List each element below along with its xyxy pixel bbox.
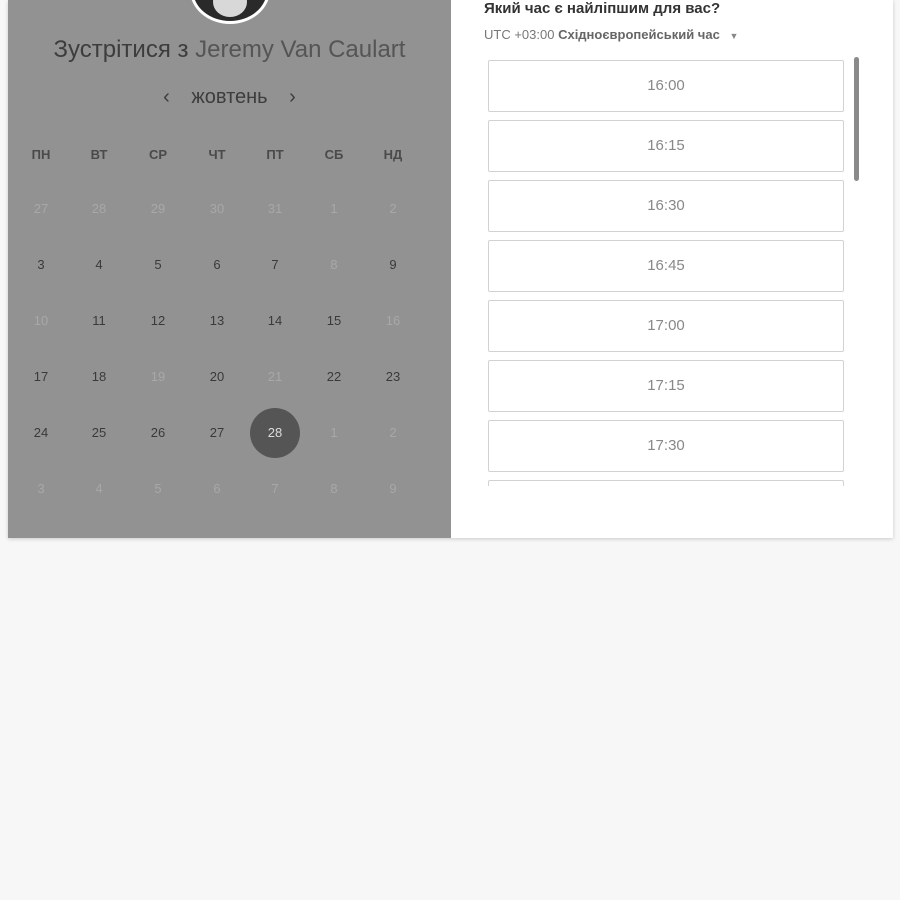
weekday-header: ПН — [31, 147, 51, 162]
time-slot-button[interactable]: 16:45 — [488, 240, 844, 292]
calendar-day[interactable]: 14 — [255, 311, 295, 331]
calendar-day[interactable]: 11 — [79, 311, 119, 331]
calendar-day: 21 — [267, 369, 283, 384]
prev-month-button[interactable]: ‹ — [147, 86, 186, 109]
time-slot-button[interactable]: 17:00 — [488, 300, 844, 352]
calendar-day[interactable]: 26 — [138, 423, 178, 443]
next-month-button[interactable]: › — [273, 86, 312, 109]
month-navigation: ‹ жовтень › — [8, 86, 451, 114]
weekday-header: НД — [383, 147, 403, 162]
weekday-header: ПТ — [266, 147, 284, 162]
calendar-day: 6 — [213, 481, 221, 496]
calendar-day[interactable]: 23 — [373, 367, 413, 387]
calendar-day[interactable]: 6 — [197, 255, 237, 275]
calendar-day[interactable]: 13 — [197, 311, 237, 331]
calendar-day: 8 — [330, 481, 338, 496]
time-slot-button[interactable]: 17:15 — [488, 360, 844, 412]
month-label: жовтень — [191, 86, 268, 109]
timezone-selector[interactable]: UTC +03:00 Східноєвропейський час ▼ — [484, 27, 738, 42]
weekday-header: СБ — [324, 147, 344, 162]
calendar-day[interactable]: 12 — [138, 311, 178, 331]
calendar-day: 16 — [385, 313, 401, 328]
calendar-day: 31 — [267, 201, 283, 216]
calendar-day[interactable]: 5 — [138, 255, 178, 275]
calendar-day: 2 — [389, 201, 397, 216]
time-slot-button[interactable] — [488, 480, 844, 486]
title-prefix: Зустрітися з — [53, 36, 189, 63]
calendar-day: 4 — [95, 481, 103, 496]
weekday-header: ЧТ — [208, 147, 226, 162]
calendar-day: 5 — [154, 481, 162, 496]
calendar-day: 19 — [150, 369, 166, 384]
calendar-day[interactable]: 25 — [79, 423, 119, 443]
calendar-day: 2 — [389, 425, 397, 440]
calendar-day: 27 — [33, 201, 49, 216]
calendar-day[interactable]: 17 — [21, 367, 61, 387]
booking-card: Зустрітися з Jeremy Van Caulart ‹ жовтен… — [8, 0, 893, 538]
meeting-title: Зустрітися з Jeremy Van Caulart — [8, 36, 451, 64]
calendar-day: 28 — [91, 201, 107, 216]
time-slot-button[interactable]: 16:15 — [488, 120, 844, 172]
timezone-name: Східноєвропейський час — [558, 27, 720, 42]
time-panel: Який час є найліпшим для вас? UTC +03:00… — [451, 0, 893, 538]
calendar-day[interactable]: 15 — [314, 311, 354, 331]
weekday-header: ВТ — [90, 147, 108, 162]
calendar-day[interactable]: 20 — [197, 367, 237, 387]
calendar-day[interactable]: 18 — [79, 367, 119, 387]
time-slot-button[interactable]: 17:30 — [488, 420, 844, 472]
calendar-day: 1 — [330, 425, 338, 440]
calendar-day: 30 — [209, 201, 225, 216]
time-question: Який час є найліпшим для вас? — [484, 0, 721, 17]
caret-down-icon: ▼ — [729, 31, 739, 41]
calendar-day: 29 — [150, 201, 166, 216]
time-slot-list[interactable]: 16:00 16:15 16:30 16:45 17:00 17:15 17:30 — [488, 60, 848, 486]
calendar-day[interactable]: 24 — [21, 423, 61, 443]
calendar-day: 9 — [389, 481, 397, 496]
time-slot-button[interactable]: 16:30 — [488, 180, 844, 232]
calendar-day: 8 — [330, 257, 338, 272]
calendar-day: 7 — [271, 481, 279, 496]
calendar-day[interactable]: 4 — [79, 255, 119, 275]
calendar-day[interactable]: 9 — [373, 255, 413, 275]
timezone-offset: UTC +03:00 — [484, 27, 555, 42]
calendar-panel: Зустрітися з Jeremy Van Caulart ‹ жовтен… — [8, 0, 451, 538]
weekday-header: СР — [148, 147, 168, 162]
host-avatar — [190, 0, 270, 24]
calendar-day[interactable]: 3 — [21, 255, 61, 275]
slot-list-scrollbar[interactable] — [854, 57, 859, 181]
calendar-day: 1 — [330, 201, 338, 216]
calendar-day: 10 — [33, 313, 49, 328]
calendar-day[interactable]: 7 — [255, 255, 295, 275]
calendar-day: 3 — [37, 481, 45, 496]
calendar-day[interactable]: 22 — [314, 367, 354, 387]
time-slot-button[interactable]: 16:00 — [488, 60, 844, 112]
calendar-day[interactable]: 27 — [197, 423, 237, 443]
calendar-day-selected[interactable]: 28 — [250, 408, 300, 458]
host-name: Jeremy Van Caulart — [195, 36, 406, 63]
